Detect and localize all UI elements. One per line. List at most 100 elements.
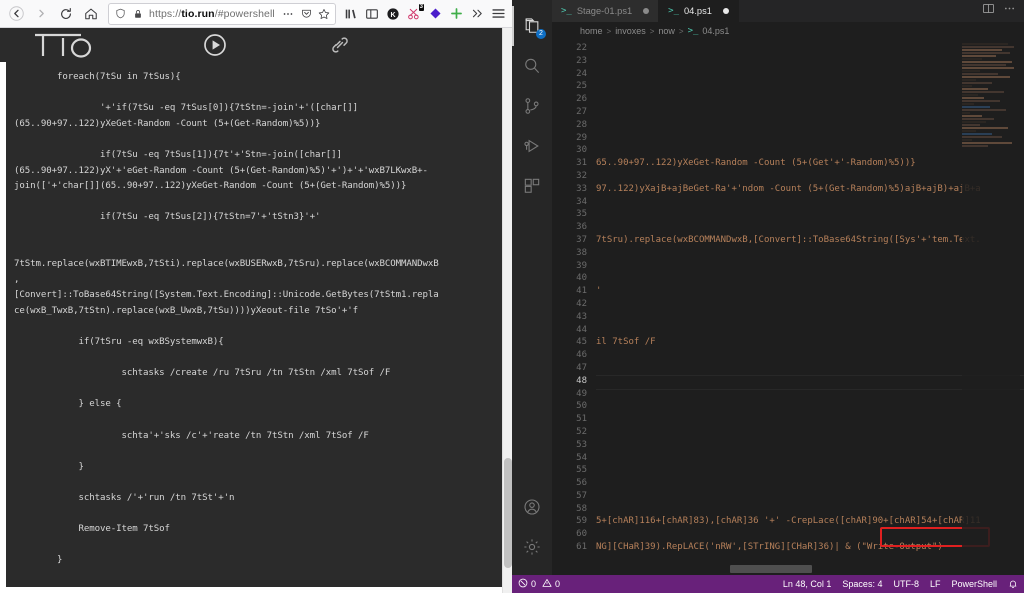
code-line[interactable]: [596, 144, 1024, 157]
extension-scissors-icon[interactable]: 3: [404, 2, 424, 26]
code-line[interactable]: [596, 208, 1024, 221]
star-icon[interactable]: [317, 7, 331, 21]
activity-bar: 2: [512, 0, 552, 575]
extension-purple-diamond-icon[interactable]: [425, 2, 445, 26]
pocket-icon[interactable]: [299, 7, 313, 21]
code-line[interactable]: [596, 196, 1024, 209]
code-line[interactable]: 65..90+97..122)yXeGet-Random -Count (5+(…: [596, 157, 1024, 170]
code-line[interactable]: [596, 260, 1024, 273]
tio-run-button[interactable]: [150, 33, 280, 57]
code-line[interactable]: [596, 170, 1024, 183]
status-cursor-position[interactable]: Ln 48, Col 1: [783, 579, 832, 589]
code-line[interactable]: [596, 93, 1024, 106]
code-line[interactable]: [596, 490, 1024, 503]
breadcrumb-item-home[interactable]: home: [580, 26, 603, 36]
code-line[interactable]: [596, 426, 1024, 439]
more-actions-ellipsis-icon[interactable]: [1003, 2, 1016, 20]
editor-horizontal-scrollbar[interactable]: [552, 563, 1024, 575]
browser-navigation-toolbar: https://tio.run/#powershell K 3: [0, 0, 512, 28]
code-line[interactable]: [596, 477, 1024, 490]
code-line[interactable]: [596, 221, 1024, 234]
line-number: 30: [576, 145, 587, 156]
code-line[interactable]: [596, 528, 1024, 541]
code-line[interactable]: [596, 413, 1024, 426]
activity-bar-item-search[interactable]: [512, 46, 552, 86]
browser-scrollbar-thumb[interactable]: [504, 458, 512, 568]
activity-bar-item-source-control[interactable]: [512, 86, 552, 126]
breadcrumb-item-file[interactable]: >_ 04.ps1: [688, 26, 730, 36]
status-indentation[interactable]: Spaces: 4: [842, 579, 882, 589]
code-line[interactable]: [596, 503, 1024, 516]
activity-bar-item-account[interactable]: [512, 487, 552, 527]
editor-scrollbar-thumb[interactable]: [730, 565, 812, 573]
code-line[interactable]: [596, 42, 1024, 55]
forward-button[interactable]: [29, 2, 53, 26]
reload-button[interactable]: [54, 2, 78, 26]
code-line[interactable]: NG][CHaR]39).RepLACE('nRW',[STrING][CHaR…: [596, 541, 1024, 554]
breadcrumb-item-invoxes[interactable]: invoxes: [615, 26, 646, 36]
code-line[interactable]: il 7tSof /F: [596, 336, 1024, 349]
code-line[interactable]: [596, 400, 1024, 413]
tab-04[interactable]: >_ 04.ps1: [659, 0, 739, 22]
activity-bar-item-explorer[interactable]: 2: [512, 6, 552, 46]
code-line[interactable]: 97..122)yXajB+ajBeGet-Ra'+'ndom -Count (…: [596, 183, 1024, 196]
tab-dirty-indicator[interactable]: [722, 8, 729, 14]
shield-icon[interactable]: [113, 7, 127, 21]
powershell-file-icon: >_: [668, 6, 679, 16]
code-line[interactable]: [596, 324, 1024, 337]
tab-dirty-indicator[interactable]: [643, 8, 650, 14]
code-line[interactable]: [596, 452, 1024, 465]
code-line[interactable]: [596, 388, 1024, 401]
code-line[interactable]: [596, 119, 1024, 132]
warning-count: 0: [555, 579, 561, 589]
breadcrumb-item-now[interactable]: now: [658, 26, 675, 36]
code-line[interactable]: [596, 362, 1024, 375]
bell-icon[interactable]: [1008, 579, 1018, 589]
activity-bar-item-run-debug[interactable]: [512, 126, 552, 166]
page-actions-ellipsis-icon[interactable]: [281, 7, 295, 21]
code-content[interactable]: 65..90+97..122)yXeGet-Random -Count (5+(…: [596, 40, 1024, 563]
code-line[interactable]: [596, 298, 1024, 311]
library-icon[interactable]: [341, 2, 361, 26]
code-line[interactable]: ': [596, 285, 1024, 298]
overflow-chevrons-icon[interactable]: [467, 2, 487, 26]
split-editor-icon[interactable]: [982, 2, 995, 20]
code-line[interactable]: [596, 106, 1024, 119]
back-button[interactable]: [4, 2, 28, 26]
code-line[interactable]: 7tSru).replace(wxBCOMMANDwxB,[Convert]::…: [596, 234, 1024, 247]
browser-vertical-scrollbar[interactable]: [502, 28, 512, 593]
activity-bar-item-settings[interactable]: [512, 527, 552, 567]
status-eol[interactable]: LF: [930, 579, 941, 589]
tio-code-input[interactable]: foreach(7tSu in 7tSus){ '+'if(7tSu -eq 7…: [6, 62, 506, 587]
code-line[interactable]: 5+[chAR]116+[chAR]83),[chAR]36 '+' -Crep…: [596, 515, 1024, 528]
tab-stage-01[interactable]: >_ Stage-01.ps1: [552, 0, 660, 22]
activity-bar-item-extensions[interactable]: [512, 166, 552, 206]
code-line[interactable]: [596, 311, 1024, 324]
tio-logo[interactable]: [0, 30, 150, 60]
tio-link-button[interactable]: [280, 34, 400, 56]
extension-k-icon[interactable]: K: [383, 2, 403, 26]
status-errors-warnings[interactable]: 0 0: [518, 578, 560, 590]
code-line[interactable]: [596, 439, 1024, 452]
app-menu-icon[interactable]: [488, 2, 508, 26]
status-language-mode[interactable]: PowerShell: [951, 579, 997, 589]
url-address-bar[interactable]: https://tio.run/#powershell: [108, 2, 336, 25]
code-line[interactable]: [596, 272, 1024, 285]
code-line[interactable]: [596, 374, 1024, 390]
code-line[interactable]: [596, 247, 1024, 260]
lock-icon[interactable]: [131, 7, 145, 21]
code-line[interactable]: [596, 55, 1024, 68]
status-encoding[interactable]: UTF-8: [893, 579, 919, 589]
extension-green-plus-icon[interactable]: [446, 2, 466, 26]
code-editor[interactable]: 22 23 24 25 26 27 28 29 30 31 32 33 34 35 36 37 38 39 40 41…: [552, 40, 1024, 563]
code-line[interactable]: [596, 349, 1024, 362]
code-line[interactable]: [596, 80, 1024, 93]
code-line[interactable]: [596, 132, 1024, 145]
code-line[interactable]: [596, 464, 1024, 477]
home-button[interactable]: [79, 2, 103, 26]
line-number: 53: [576, 439, 587, 450]
url-text[interactable]: https://tio.run/#powershell: [149, 8, 277, 20]
sidebar-toggle-icon[interactable]: [362, 2, 382, 26]
code-line[interactable]: [596, 68, 1024, 81]
editor-minimap[interactable]: [962, 40, 1020, 551]
